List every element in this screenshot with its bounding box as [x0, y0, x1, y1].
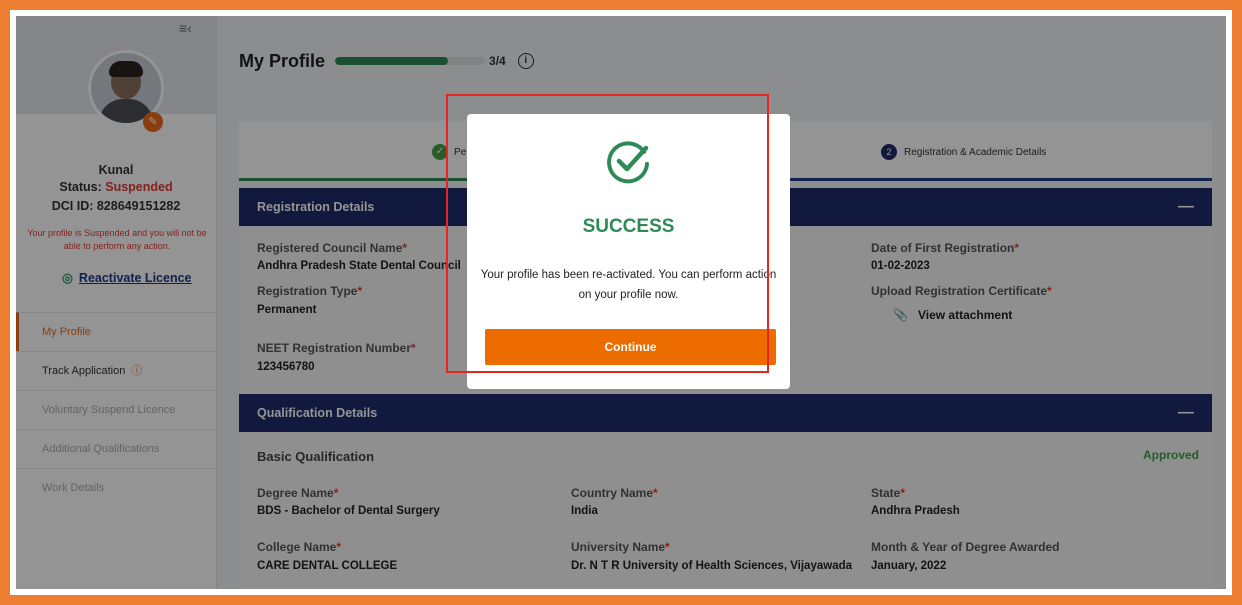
app-screen: ≡‹ ✎ Kunal Status: Suspended DCI ID: 828… [16, 16, 1226, 589]
annotation-highlight-box [446, 94, 769, 373]
